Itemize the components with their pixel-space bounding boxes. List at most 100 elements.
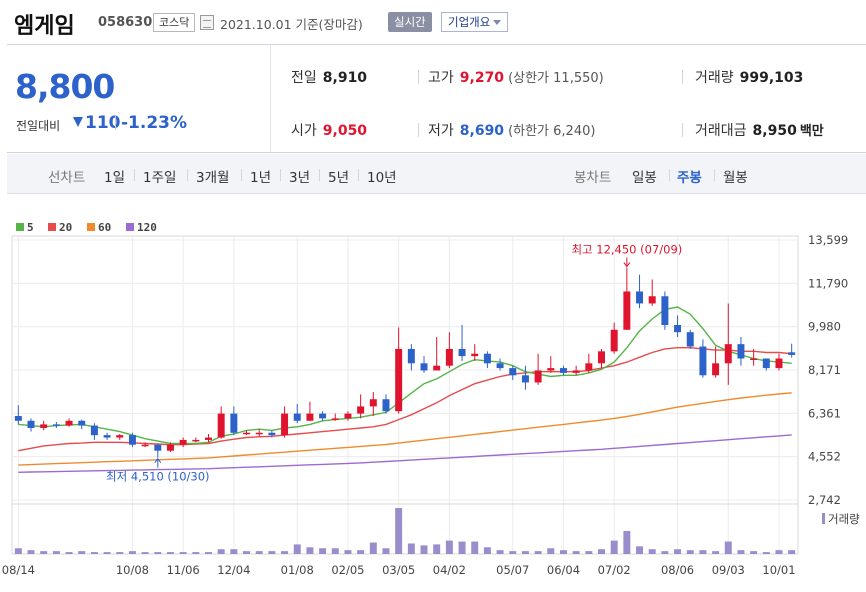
chart-period-tabs: 선차트 1일 1주일 3개월 1년 3년 5년 10년 봉차트 일봉 주봉 월봉 <box>7 154 866 194</box>
x-tick-label: 11/06 <box>167 563 200 577</box>
volume-bar <box>610 540 618 554</box>
candle-body <box>395 348 403 412</box>
stock-code: 058630 <box>98 15 153 30</box>
trading-value: 8,950 <box>752 123 797 139</box>
volume-bar <box>40 551 48 554</box>
candle-body <box>154 444 162 451</box>
legend-label-20: 20 <box>59 221 72 234</box>
candle-body <box>217 413 225 438</box>
volume-bar <box>192 552 200 554</box>
x-tick-label: 01/08 <box>281 563 314 577</box>
candle-body <box>674 324 682 333</box>
candle-body <box>433 365 441 371</box>
divider <box>115 116 116 130</box>
candle-body <box>331 418 339 420</box>
volume-bar <box>724 541 732 554</box>
volume-bar <box>230 549 238 554</box>
volume-bar <box>483 547 491 554</box>
divider <box>669 169 670 181</box>
volume-bar <box>369 542 377 554</box>
candle-body <box>293 413 301 421</box>
candle-body <box>65 420 73 426</box>
volume-bar <box>128 551 136 554</box>
volume-bar <box>78 551 86 554</box>
volume-bar <box>433 544 441 554</box>
volume-bar <box>154 552 162 554</box>
candle-body <box>116 435 124 438</box>
tab-monthly-candle[interactable]: 월봉 <box>723 166 748 186</box>
volume-bar <box>382 548 390 554</box>
prev-close-label: 전일 <box>291 70 317 86</box>
candle-body <box>14 415 22 421</box>
trading-value-field: 거래대금 8,950 백만 <box>695 120 824 140</box>
high-price-annotation: 최고 12,450 (07/09) <box>571 243 682 257</box>
candle-body <box>509 368 517 376</box>
volume-bar <box>458 541 466 554</box>
y-tick-label: 4,552 <box>808 450 841 464</box>
tab-3-years[interactable]: 3년 <box>289 166 310 186</box>
y-tick-label: 13,599 <box>808 233 848 247</box>
volume-bar <box>306 547 314 554</box>
candle-body <box>205 437 212 440</box>
x-tick-label: 07/02 <box>598 563 631 577</box>
x-tick-label: 08/06 <box>661 563 694 577</box>
tab-3-months[interactable]: 3개월 <box>196 166 229 186</box>
volume-bar <box>52 551 60 554</box>
open-value: 9,050 <box>322 123 368 139</box>
tab-1-week[interactable]: 1주일 <box>143 166 176 186</box>
candle-body <box>40 424 48 428</box>
lower-limit: (하한가 6,240) <box>508 124 596 139</box>
volume-bar <box>217 549 225 554</box>
calendar-icon <box>200 15 214 30</box>
divider <box>714 169 715 181</box>
candles <box>14 267 796 458</box>
quote-panel: 8,800 전일대비 110 -1.23% 전일 8,910 고가 9,270 (상한… <box>7 44 866 153</box>
candle-body <box>78 420 86 426</box>
open-field: 시가 9,050 <box>291 120 367 140</box>
candle-body <box>344 413 352 419</box>
tab-weekly-candle[interactable]: 주봉 <box>677 166 702 186</box>
tab-1-day[interactable]: 1일 <box>104 166 125 186</box>
change-label: 전일대비 <box>16 119 61 133</box>
candle-body <box>319 413 327 419</box>
volume-bar <box>14 548 22 554</box>
volume-bar <box>559 550 567 554</box>
price-box: 8,800 전일대비 110 -1.23% <box>7 45 271 152</box>
market-badge: 코스닥 <box>153 13 196 32</box>
divider <box>682 70 683 84</box>
candle-body <box>737 344 745 359</box>
company-overview-button[interactable]: 기업개요 <box>441 12 509 32</box>
volume-bar <box>103 552 111 554</box>
company-overview-label: 기업개요 <box>448 15 491 29</box>
candle-body <box>610 329 618 352</box>
tab-10-years[interactable]: 10년 <box>367 166 397 186</box>
volume-bar <box>331 548 339 554</box>
tab-5-years[interactable]: 5년 <box>328 166 349 186</box>
weekly-candlestick-chart: 5 20 60 120 최고 12,450 (07/09) 최저 4,510 (10/3… <box>2 221 860 577</box>
realtime-button[interactable]: 실시간 <box>388 12 432 32</box>
legend-label-60: 60 <box>98 221 111 234</box>
volume-legend-label: 거래량 <box>828 512 860 526</box>
candle-body <box>420 363 428 371</box>
change-percent: -1.23% <box>121 113 188 133</box>
tab-daily-candle[interactable]: 일봉 <box>632 166 657 186</box>
x-tick-label: 03/05 <box>382 563 415 577</box>
upper-limit: (상한가 11,550) <box>508 71 604 86</box>
candle-body <box>407 348 415 364</box>
candle-body <box>521 375 529 383</box>
volume-bar <box>357 550 365 554</box>
x-tick-label: 10/08 <box>116 563 149 577</box>
chart-grid <box>11 235 799 554</box>
x-tick-label: 12/04 <box>217 563 250 577</box>
volume-bars: 거래량 <box>11 503 860 555</box>
volume-bar <box>775 550 783 554</box>
x-tick-label: 10/01 <box>762 563 795 577</box>
down-triangle-icon <box>73 117 83 127</box>
legend-swatch-5 <box>16 223 24 231</box>
candle-body <box>52 424 60 426</box>
tab-1-year[interactable]: 1년 <box>250 166 271 186</box>
divider <box>134 169 135 181</box>
volume-bar <box>712 551 720 554</box>
divider <box>187 169 188 181</box>
y-tick-label: 6,361 <box>808 406 841 420</box>
